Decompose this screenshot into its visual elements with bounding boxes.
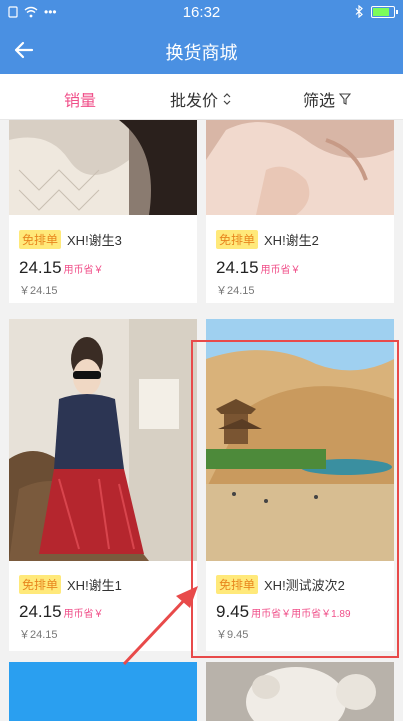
product-card[interactable] bbox=[9, 662, 197, 721]
original-price: ￥24.15 bbox=[19, 285, 58, 297]
product-card[interactable]: 免排单 XH!测试波次2 9.45 用币省￥用币省￥1.89 ￥9.45 bbox=[206, 319, 394, 651]
sort-bar: 销量 批发价 筛选 bbox=[0, 74, 403, 120]
status-bar: ••• 16:32 bbox=[0, 0, 403, 26]
product-card[interactable] bbox=[206, 662, 394, 721]
original-price: ￥24.15 bbox=[216, 285, 255, 297]
product-name: XH!谢生3 bbox=[67, 233, 122, 248]
price-value: 9.45 bbox=[216, 602, 250, 621]
original-price: ￥9.45 bbox=[216, 629, 249, 641]
product-price: 24.15 用币省￥ bbox=[216, 258, 301, 278]
product-card[interactable]: 免排单 XH!谢生2 24.15 用币省￥ ￥24.15 bbox=[206, 120, 394, 303]
sort-price-label: 批发价 bbox=[170, 93, 219, 110]
no-queue-badge: 免排单 bbox=[216, 230, 259, 249]
no-queue-badge: 免排单 bbox=[19, 575, 62, 594]
product-price: 24.15 用币省￥ bbox=[19, 602, 104, 622]
status-time: 16:32 bbox=[182, 4, 221, 21]
product-image bbox=[206, 662, 394, 721]
product-price: 24.15 用币省￥ bbox=[19, 258, 104, 278]
product-image bbox=[206, 120, 394, 215]
product-grid: 免排单 XH!谢生3 24.15 用币省￥ ￥24.15 免排单 XH!谢生2 … bbox=[0, 120, 403, 721]
product-title: 免排单 XH!谢生1 bbox=[19, 575, 122, 594]
coin-savings-note: 用币省￥ bbox=[63, 265, 104, 276]
product-image bbox=[9, 662, 197, 721]
product-card[interactable]: 免排单 XH!谢生3 24.15 用币省￥ ￥24.15 bbox=[9, 120, 197, 303]
coin-savings-note: 用币省￥ bbox=[260, 265, 301, 276]
product-image bbox=[206, 319, 394, 561]
product-title: 免排单 XH!谢生3 bbox=[19, 230, 122, 249]
product-card[interactable]: 免排单 XH!谢生1 24.15 用币省￥ ￥24.15 bbox=[9, 319, 197, 651]
page-title: 换货商城 bbox=[165, 43, 238, 63]
product-price: 9.45 用币省￥用币省￥1.89 bbox=[216, 602, 351, 622]
product-image bbox=[9, 120, 197, 215]
product-title: 免排单 XH!测试波次2 bbox=[216, 575, 345, 594]
sort-by-sales-tab[interactable]: 销量 bbox=[64, 87, 96, 111]
original-price: ￥24.15 bbox=[19, 629, 58, 641]
coin-savings-note: 用币省￥用币省￥1.89 bbox=[251, 609, 351, 620]
no-queue-badge: 免排单 bbox=[19, 230, 62, 249]
product-name: XH!谢生2 bbox=[264, 233, 319, 248]
price-value: 24.15 bbox=[19, 258, 62, 277]
battery-icon bbox=[371, 5, 398, 18]
filter-tab[interactable]: 筛选 bbox=[303, 87, 352, 111]
sort-sales-label: 销量 bbox=[64, 93, 97, 110]
no-queue-badge: 免排单 bbox=[216, 575, 259, 594]
funnel-icon bbox=[339, 93, 352, 105]
filter-label: 筛选 bbox=[303, 93, 336, 110]
product-title: 免排单 XH!谢生2 bbox=[216, 230, 319, 249]
price-value: 24.15 bbox=[216, 258, 259, 277]
price-value: 24.15 bbox=[19, 602, 62, 621]
nav-bar: 换货商城 bbox=[0, 26, 403, 74]
bluetooth-icon bbox=[355, 5, 363, 18]
product-name: XH!谢生1 bbox=[67, 578, 122, 593]
product-image bbox=[9, 319, 197, 561]
sort-updown-icon bbox=[223, 93, 231, 105]
coin-savings-note: 用币省￥ bbox=[63, 609, 104, 620]
sort-by-price-tab[interactable]: 批发价 bbox=[170, 87, 232, 111]
status-right-icons bbox=[355, 5, 398, 18]
product-name: XH!测试波次2 bbox=[264, 578, 345, 593]
